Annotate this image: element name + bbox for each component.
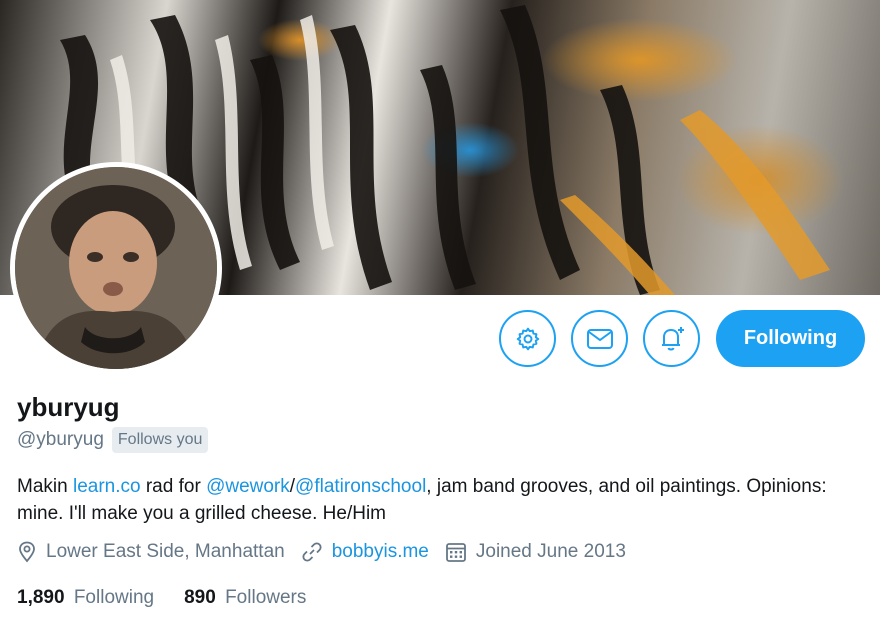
following-button[interactable]: Following (716, 310, 865, 367)
link-icon (302, 542, 322, 562)
calendar-icon (445, 543, 466, 562)
bio-link-learn[interactable]: learn.co (73, 476, 141, 497)
location-text: Lower East Side, Manhattan (46, 541, 285, 562)
gear-icon (516, 327, 539, 350)
joined-text: Joined June 2013 (475, 541, 626, 562)
bio-mention-wework[interactable]: @wework (206, 476, 290, 497)
followers-label: Followers (225, 587, 307, 608)
bio-text: rad for (140, 476, 207, 497)
bell-plus-icon (661, 326, 684, 350)
following-label: Following (73, 587, 155, 608)
message-button[interactable] (571, 310, 628, 367)
website-item: bobbyis.me (301, 541, 429, 563)
notifications-button[interactable] (643, 310, 700, 367)
website-link[interactable]: bobbyis.me (332, 541, 429, 563)
bio-mention-flatironschool[interactable]: @flatironschool (295, 476, 426, 497)
username-handle: @yburyug (17, 429, 104, 450)
followers-count: 890 (184, 587, 216, 608)
envelope-icon (586, 328, 613, 349)
handle-row: @yburyug Follows you (17, 427, 209, 453)
followers-stat[interactable]: 890 Followers (184, 587, 306, 609)
profile-meta: Lower East Side, Manhattan bobbyis.me Jo… (17, 541, 642, 563)
avatar-photo (15, 167, 217, 369)
avatar[interactable] (10, 162, 222, 374)
profile-bio: Makin learn.co rad for @wework/@flatiron… (17, 473, 837, 527)
following-stat[interactable]: 1,890 Following (17, 587, 154, 609)
following-count: 1,890 (17, 587, 65, 608)
bio-text: Makin (17, 476, 73, 497)
location-item: Lower East Side, Manhattan (17, 541, 285, 563)
settings-button[interactable] (499, 310, 556, 367)
follows-you-badge: Follows you (111, 427, 209, 453)
follow-stats: 1,890 Following 890 Followers (17, 587, 336, 609)
display-name: yburyug (17, 392, 120, 422)
location-pin-icon (19, 541, 35, 563)
joined-item: Joined June 2013 (445, 541, 626, 563)
